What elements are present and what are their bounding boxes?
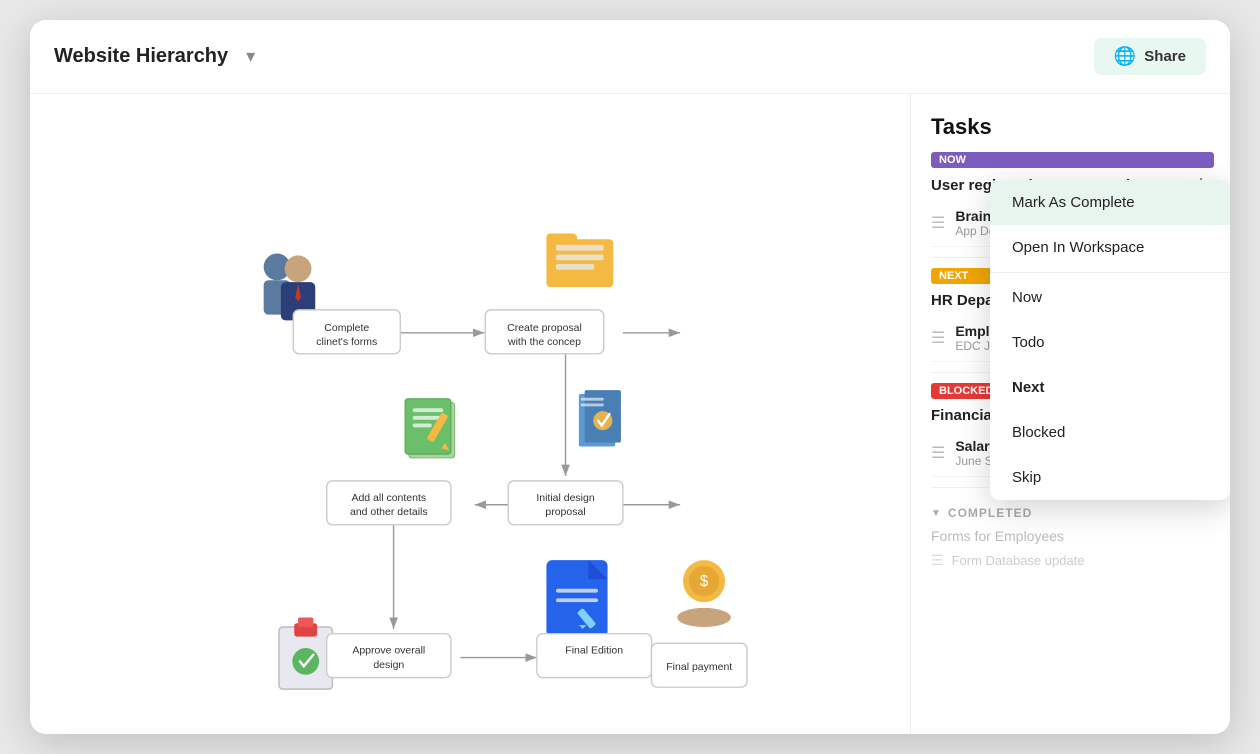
context-menu: Mark As Complete Open In Workspace Now T…	[990, 180, 1230, 500]
context-menu-mark-complete[interactable]: Mark As Complete	[990, 180, 1230, 225]
context-menu-todo[interactable]: Todo	[990, 320, 1230, 365]
svg-text:clinet's forms: clinet's forms	[316, 336, 377, 348]
svg-text:Complete: Complete	[324, 322, 369, 334]
context-menu-open-workspace[interactable]: Open In Workspace	[990, 225, 1230, 270]
context-menu-now[interactable]: Now	[990, 275, 1230, 320]
svg-text:Final Edition: Final Edition	[565, 645, 623, 657]
svg-text:design: design	[373, 659, 404, 671]
context-menu-next[interactable]: Next	[990, 365, 1230, 410]
share-button[interactable]: 🌐 Share	[1094, 38, 1206, 75]
flow-diagram: $	[30, 94, 910, 734]
completed-label: COMPLETED	[948, 506, 1032, 520]
triangle-icon: ▼	[931, 508, 942, 519]
completed-task: ☰ Form Database update	[931, 548, 1214, 573]
page-title: Website Hierarchy	[54, 45, 228, 68]
completed-task-name: Form Database update	[952, 553, 1085, 568]
completed-group-name: Forms for Employees	[931, 528, 1214, 544]
svg-text:Final payment: Final payment	[666, 661, 732, 673]
svg-text:Add all contents: Add all contents	[351, 492, 426, 504]
main-layout: $	[30, 94, 1230, 734]
svg-text:and other details: and other details	[350, 506, 428, 518]
svg-text:$: $	[700, 573, 709, 590]
task-icon: ☰	[931, 443, 945, 463]
svg-text:Create proposal: Create proposal	[507, 322, 582, 334]
tasks-title: Tasks	[931, 114, 1214, 140]
share-label: Share	[1144, 48, 1186, 65]
completed-task-icon: ☰	[931, 552, 944, 569]
svg-text:Initial design: Initial design	[536, 492, 595, 504]
completed-section: ▼ COMPLETED Forms for Employees ☰ Form D…	[931, 506, 1214, 573]
now-label: NOW	[931, 152, 1214, 168]
completed-header[interactable]: ▼ COMPLETED	[931, 506, 1214, 520]
svg-text:proposal: proposal	[545, 506, 585, 518]
context-menu-divider	[990, 272, 1230, 273]
task-icon: ☰	[931, 213, 945, 233]
canvas-area: $	[30, 94, 910, 734]
globe-icon: 🌐	[1114, 46, 1136, 67]
context-menu-blocked[interactable]: Blocked	[990, 410, 1230, 455]
svg-text:with the concep: with the concep	[507, 336, 581, 348]
svg-text:Approve overall: Approve overall	[352, 645, 425, 657]
dropdown-button[interactable]: ▾	[240, 44, 261, 69]
task-icon: ☰	[931, 328, 945, 348]
context-menu-skip[interactable]: Skip	[990, 455, 1230, 500]
header: Website Hierarchy ▾ 🌐 Share	[30, 20, 1230, 94]
app-container: Website Hierarchy ▾ 🌐 Share	[30, 20, 1230, 734]
